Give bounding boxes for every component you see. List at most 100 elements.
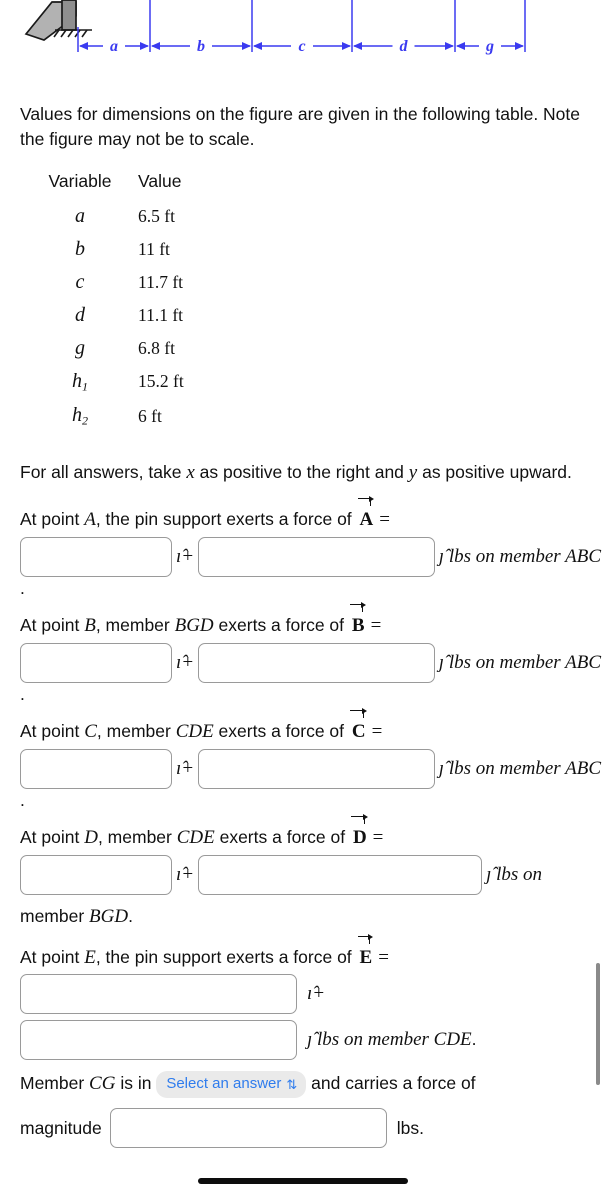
value-cell: 11.1 ft bbox=[138, 304, 184, 325]
j-hat-unit-D: ȷ̂ lbs on bbox=[486, 864, 543, 886]
dimension-arrowhead-left bbox=[456, 42, 465, 50]
dimension-arrowhead-left bbox=[253, 42, 262, 50]
value-cell: 11 ft bbox=[138, 238, 170, 259]
dimension-arrowhead-left bbox=[353, 42, 362, 50]
question-D-wrap-line: member BGD. bbox=[20, 903, 585, 931]
question-A-inputs: ı̂+ ȷ̂ lbs on member ABC bbox=[20, 536, 605, 577]
i-hat-label: ı̂+ bbox=[176, 651, 195, 673]
dimension-arrowhead-right bbox=[515, 42, 524, 50]
answer-C-y-input[interactable] bbox=[198, 748, 435, 789]
dimension-arrowhead-right bbox=[140, 42, 149, 50]
answer-B-x-input[interactable] bbox=[20, 642, 172, 683]
question-A-lead: At point A, the pin support exerts a for… bbox=[20, 496, 585, 533]
select-an-answer-dropdown[interactable]: Select an answer ⇅ bbox=[156, 1071, 307, 1099]
question-E-lead: At point E, the pin support exerts a for… bbox=[20, 933, 585, 971]
question-block-E: At point E, the pin support exerts a for… bbox=[0, 933, 605, 1061]
question-E-y-row: ȷ̂ lbs on member CDE. bbox=[20, 1020, 605, 1061]
member-cg-mid: is in bbox=[115, 1073, 157, 1094]
member-cg-line: Member CG is in Select an answer ⇅ and ca… bbox=[20, 1070, 585, 1099]
point-label-C: C bbox=[84, 721, 97, 743]
table-row: a 6.5 ft bbox=[28, 200, 184, 233]
sign-convention-text: For all answers, take x as positive to t… bbox=[20, 459, 585, 487]
value-cell: 6.8 ft bbox=[138, 337, 175, 358]
dimension-values-table: Variable Value a 6.5 ft b 11 ft c 11.7 ft d 11.… bbox=[28, 171, 184, 434]
question-B-inputs: ı̂+ ȷ̂ lbs on member ABC bbox=[20, 642, 605, 683]
variable-y: y bbox=[408, 462, 418, 484]
i-hat-label: ı̂+ bbox=[176, 757, 195, 779]
answer-E-x-input[interactable] bbox=[20, 974, 297, 1015]
member-name-CDE: CDE bbox=[176, 827, 215, 849]
vector-symbol-D: D bbox=[352, 814, 368, 851]
table-header-row: Variable Value bbox=[28, 171, 184, 200]
equals-sign: = bbox=[372, 827, 384, 849]
variable-subscript: 2 bbox=[82, 413, 88, 428]
member-label-B: ABC bbox=[565, 651, 601, 673]
table-row: b 11 ft bbox=[28, 233, 184, 266]
member-label-C: ABC bbox=[565, 757, 601, 779]
i-hat-label: ı̂+ bbox=[176, 864, 195, 886]
member-label-A: ABC bbox=[565, 545, 601, 567]
answer-CG-magnitude-input[interactable] bbox=[109, 1108, 387, 1149]
member-label-CG: CG bbox=[89, 1073, 116, 1095]
answer-C-x-input[interactable] bbox=[20, 748, 172, 789]
member-name-BGD: BGD bbox=[174, 615, 214, 637]
wrap-text: member bbox=[20, 906, 90, 927]
dimension-label-c: c bbox=[298, 38, 305, 55]
question-D-lead: At point D, member CDE exerts a force of… bbox=[20, 814, 585, 851]
answer-D-x-input[interactable] bbox=[20, 855, 172, 896]
value-cell: 15.2 ft bbox=[138, 371, 184, 392]
dimension-arrowhead-right bbox=[342, 42, 351, 50]
intro-text: Values for dimensions on the figure are … bbox=[20, 104, 581, 150]
chevron-updown-icon: ⇅ bbox=[286, 1076, 298, 1092]
answer-A-x-input[interactable] bbox=[20, 536, 172, 577]
point-label-D: D bbox=[84, 827, 98, 849]
select-label: Select an answer bbox=[166, 1075, 282, 1093]
dimension-arrowhead-left bbox=[151, 42, 160, 50]
table-row: h1 15.2 ft bbox=[28, 365, 184, 399]
member-cg-post: and carries a force of bbox=[306, 1073, 476, 1094]
trailing-dot-A: . bbox=[20, 577, 25, 598]
equals-sign: = bbox=[371, 721, 383, 743]
sign-convention-part2: as positive to the right and bbox=[194, 462, 409, 483]
variable-subscript: 1 bbox=[82, 379, 88, 394]
lead-text-mid: , member bbox=[95, 615, 175, 636]
dimension-label-a: a bbox=[110, 38, 118, 55]
truss-figure: abcdg bbox=[0, 0, 605, 88]
question-E-x-row: ı̂+ bbox=[20, 974, 605, 1015]
member-label-E: CDE bbox=[433, 1029, 472, 1051]
fixed-support-hatch bbox=[53, 29, 92, 38]
sign-convention-part3: as positive upward. bbox=[417, 462, 572, 483]
lead-text-post: exerts a force of bbox=[213, 721, 349, 742]
answer-A-y-input[interactable] bbox=[198, 536, 435, 577]
dimension-label-d: d bbox=[400, 38, 409, 55]
point-label-E: E bbox=[84, 946, 96, 968]
j-hat-unit-A: ȷ̂ lbs on member ABC bbox=[438, 545, 601, 567]
beam-shape bbox=[24, 0, 77, 41]
variable-cell: c bbox=[75, 270, 85, 293]
lead-text: At point bbox=[20, 827, 85, 848]
equals-sign: = bbox=[379, 509, 390, 531]
variable-cell: a bbox=[75, 204, 85, 227]
variable-cell: b bbox=[75, 237, 85, 260]
home-indicator bbox=[197, 1178, 408, 1184]
vector-symbol-C: C bbox=[351, 708, 367, 745]
dimension-lines: abcdg bbox=[79, 38, 524, 55]
answer-D-y-input[interactable] bbox=[198, 855, 483, 896]
variable-cell: d bbox=[75, 303, 85, 326]
magnitude-unit-label: lbs. bbox=[396, 1117, 424, 1138]
variable-x: x bbox=[186, 462, 195, 484]
value-cell: 6 ft bbox=[138, 405, 162, 426]
figure-svg: abcdg bbox=[24, 0, 526, 55]
question-block-D: At point D, member CDE exerts a force of… bbox=[0, 814, 605, 931]
equals-sign: = bbox=[378, 946, 389, 968]
trailing-dot-C: . bbox=[20, 789, 25, 810]
dimension-arrowhead-right bbox=[445, 42, 454, 50]
trailing-dot-E: . bbox=[471, 1029, 477, 1050]
question-C-inputs: ı̂+ ȷ̂ lbs on member ABC bbox=[20, 748, 605, 789]
lead-text-mid: , the pin support exerts a force of bbox=[95, 946, 357, 967]
question-D-inputs: ı̂+ ȷ̂ lbs on bbox=[20, 855, 605, 896]
answer-B-y-input[interactable] bbox=[198, 642, 435, 683]
answer-E-y-input[interactable] bbox=[20, 1020, 297, 1061]
vertical-scrollbar[interactable] bbox=[596, 963, 600, 1085]
point-label-A: A bbox=[84, 509, 96, 531]
